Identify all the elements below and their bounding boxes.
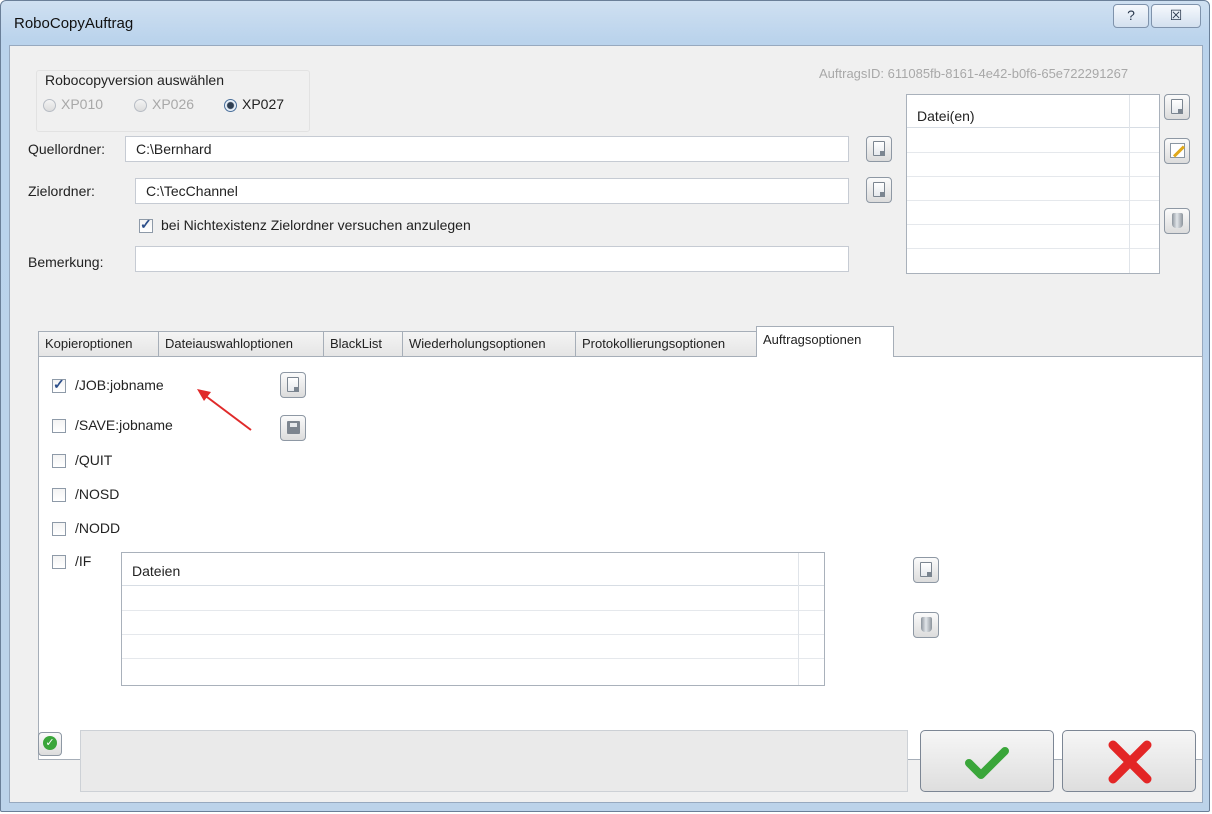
if-grid-row[interactable] xyxy=(122,634,824,659)
bemerkung-input[interactable] xyxy=(135,246,849,272)
files-grid-row[interactable] xyxy=(907,200,1159,225)
files-grid-row[interactable] xyxy=(907,128,1159,153)
create-target-checkbox[interactable] xyxy=(139,216,153,233)
checkmark-icon xyxy=(965,747,1009,779)
zielordner-browse-button[interactable] xyxy=(866,177,892,203)
tab-dateiauswahloptionen[interactable]: Dateiauswahloptionen xyxy=(158,331,324,356)
quellordner-browse-button[interactable] xyxy=(866,136,892,162)
if-grid-header: Dateien xyxy=(122,553,824,586)
if-grid-column-divider xyxy=(798,553,799,685)
radio-xp010-label: XP010 xyxy=(61,96,104,112)
title-bar: RoboCopyAuftrag ? ☒ xyxy=(1,1,1209,45)
close-button[interactable]: ☒ xyxy=(1151,4,1201,28)
if-files-grid[interactable]: Dateien xyxy=(121,552,825,686)
dialog-client-area: Robocopyversion auswählen XP010 XP026 XP… xyxy=(9,45,1203,803)
open-file-icon xyxy=(873,182,885,197)
if-grid-row[interactable] xyxy=(122,586,824,611)
open-file-icon xyxy=(873,141,885,156)
if-grid-row[interactable] xyxy=(122,610,824,635)
tab-kopieroptionen[interactable]: Kopieroptionen xyxy=(38,331,159,356)
quellordner-input[interactable]: C:\Bernhard xyxy=(125,136,849,162)
radio-xp026-label: XP026 xyxy=(152,96,195,112)
if-delete-button[interactable] xyxy=(913,612,939,638)
tab-wiederholungsoptionen[interactable]: Wiederholungsoptionen xyxy=(402,331,576,356)
nosd-label: /NOSD xyxy=(75,486,120,502)
files-grid-row[interactable] xyxy=(907,152,1159,177)
files-grid-row[interactable] xyxy=(907,224,1159,249)
cancel-button[interactable] xyxy=(1062,730,1196,792)
files-grid-column-header: Datei(en) xyxy=(917,108,975,124)
create-target-label: bei Nichtexistenz Zielordner versuchen a… xyxy=(161,217,471,233)
job-browse-button[interactable] xyxy=(280,372,306,398)
radio-xp027[interactable] xyxy=(224,99,237,112)
open-file-icon xyxy=(287,377,299,392)
if-grid-column-header: Dateien xyxy=(132,563,181,579)
files-grid-column-divider xyxy=(1129,95,1130,273)
nodd-label: /NODD xyxy=(75,520,121,536)
open-file-icon xyxy=(920,562,932,577)
files-grid-row[interactable] xyxy=(907,176,1159,201)
nodd-checkbox[interactable] xyxy=(52,522,66,536)
files-edit-button[interactable] xyxy=(1164,138,1190,164)
cross-icon xyxy=(1108,740,1152,784)
tab-auftragsoptionen[interactable]: Auftragsoptionen xyxy=(756,326,894,357)
help-button[interactable]: ? xyxy=(1113,4,1149,28)
radio-xp010[interactable] xyxy=(43,99,56,112)
delete-icon xyxy=(921,617,932,632)
ok-status-icon xyxy=(38,732,62,756)
open-file-icon xyxy=(1171,99,1183,114)
annotation-arrow xyxy=(197,389,252,431)
quellordner-label: Quellordner: xyxy=(28,141,106,157)
window-title: RoboCopyAuftrag xyxy=(14,15,134,32)
radio-xp026[interactable] xyxy=(134,99,147,112)
job-checkbox[interactable] xyxy=(52,376,66,393)
edit-icon xyxy=(1170,143,1185,158)
ok-button[interactable] xyxy=(920,730,1054,792)
auftrags-id: AuftragsID: 611085fb-8161-4e42-b0f6-65e7… xyxy=(819,66,1129,81)
if-label: /IF xyxy=(75,553,92,569)
save-job-button[interactable] xyxy=(280,415,306,441)
tab-protokollierungsoptionen[interactable]: Protokollierungsoptionen xyxy=(575,331,757,356)
dialog-window: RoboCopyAuftrag ? ☒ Robocopyversion ausw… xyxy=(0,0,1210,812)
zielordner-input[interactable]: C:\TecChannel xyxy=(135,178,849,204)
files-grid[interactable]: Datei(en) xyxy=(906,94,1160,274)
version-group-label: Robocopyversion auswählen xyxy=(45,72,224,88)
if-add-button[interactable] xyxy=(913,557,939,583)
save-label: /SAVE:jobname xyxy=(75,417,173,433)
files-grid-header: Datei(en) xyxy=(907,95,1159,128)
save-checkbox[interactable] xyxy=(52,419,66,433)
nosd-checkbox[interactable] xyxy=(52,488,66,502)
tab-blacklist[interactable]: BlackList xyxy=(323,331,403,356)
delete-icon xyxy=(1172,213,1183,228)
quit-label: /QUIT xyxy=(75,452,113,468)
status-area xyxy=(80,730,908,792)
quit-checkbox[interactable] xyxy=(52,454,66,468)
save-icon xyxy=(287,421,300,434)
auftragsoptionen-panel: /JOB:jobname /SAVE:jobname /QUIT /NOSD /… xyxy=(38,356,1203,760)
zielordner-label: Zielordner: xyxy=(28,183,95,199)
files-add-button[interactable] xyxy=(1164,94,1190,120)
radio-xp027-label: XP027 xyxy=(242,96,285,112)
files-delete-button[interactable] xyxy=(1164,208,1190,234)
bemerkung-label: Bemerkung: xyxy=(28,254,104,270)
if-checkbox[interactable] xyxy=(52,555,66,569)
job-label: /JOB:jobname xyxy=(75,377,164,393)
